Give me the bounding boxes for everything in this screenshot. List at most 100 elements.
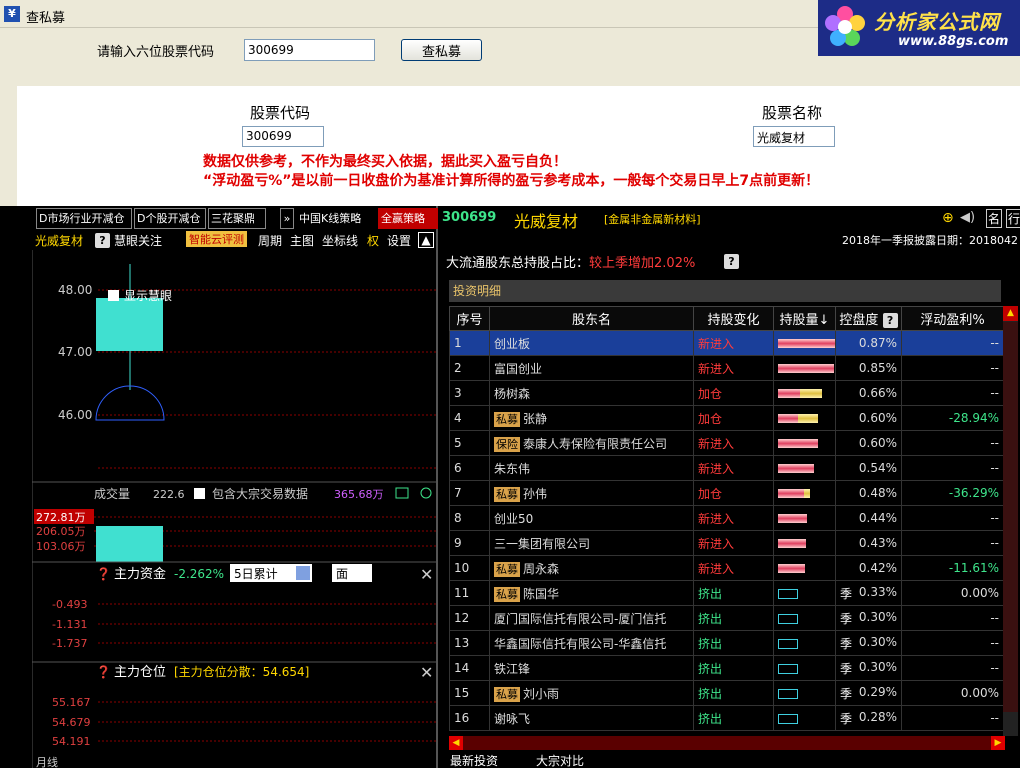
table-row[interactable]: 10 私募 周永森 新进入 0.42% -11.61% (449, 555, 1004, 581)
season-mark: 季 (840, 711, 853, 726)
table-row[interactable]: 8 创业50 新进入 0.44% -- (449, 505, 1004, 531)
tab-latest-investment[interactable]: 最新投资 (450, 754, 498, 768)
stock-code-label: 股票代码 (250, 104, 311, 122)
table-row[interactable]: 3 杨树森 加仓 0.66% -- (449, 380, 1004, 406)
control-degree: 季 0.30% (835, 630, 902, 656)
float-profit: -- (901, 505, 1004, 531)
control-degree-value: 0.30% (858, 659, 897, 674)
show-eye-checkbox[interactable] (108, 290, 119, 301)
table-row[interactable]: 5 保险 泰康人寿保险有限责任公司 新进入 0.60% -- (449, 430, 1004, 456)
holding-amount (773, 405, 836, 431)
tab-sanhua[interactable]: 三花聚鼎 (208, 208, 266, 229)
col-header-name[interactable]: 股东名 (489, 306, 694, 331)
scroll-thumb[interactable] (1003, 322, 1018, 712)
main-chart-button[interactable]: 主图 (290, 232, 314, 249)
query-button[interactable]: 查私募 (401, 39, 482, 61)
control-degree-value: 0.60% (858, 411, 897, 425)
name-icon[interactable]: 名 (986, 209, 1003, 228)
industry-icon[interactable]: 行 (1006, 209, 1020, 228)
holding-amount (773, 555, 836, 581)
holder-name: 厦门国际信托有限公司-厦门信托 (494, 611, 667, 626)
stock-name-field[interactable]: 光威复材 (753, 126, 835, 147)
stock-code-field[interactable]: 300699 (242, 126, 324, 147)
scroll-up-icon[interactable]: ▲ (1003, 306, 1018, 321)
watch-button[interactable]: 慧眼关注 (114, 232, 162, 249)
tab-kline[interactable]: 中国K线策略 (296, 208, 376, 229)
horizontal-scrollbar[interactable]: ◀ ▶ (449, 736, 1005, 750)
rights-button[interactable]: 权 (367, 232, 379, 249)
holder-name: 朱东伟 (494, 461, 531, 476)
row-number: 9 (449, 530, 490, 556)
more-tabs-icon[interactable]: » (280, 208, 294, 229)
include-block-checkbox[interactable] (194, 488, 205, 499)
help-icon[interactable]: ❓ (96, 665, 111, 679)
close-icon[interactable]: ✕ (420, 663, 433, 682)
control-degree: 季 0.33% (835, 580, 902, 606)
table-row[interactable]: 12 厦门国际信托有限公司-厦门信托 挤出 季 0.30% -- (449, 605, 1004, 631)
scroll-left-icon[interactable]: ◀ (449, 736, 463, 750)
col-header-control[interactable]: 控盘度 ? (835, 306, 902, 331)
row-number: 7 (449, 480, 490, 506)
arrow-up-icon[interactable]: ▲ (418, 232, 434, 248)
settings-button[interactable]: 设置 (387, 232, 411, 249)
period-button[interactable]: 周期 (258, 232, 282, 249)
table-row[interactable]: 15 私募 刘小雨 挤出季 0.29% 0.00% (449, 680, 1004, 706)
price-tick: 46.00 (58, 408, 92, 422)
control-degree-value: 0.30% (858, 609, 897, 624)
header-stock-code: 300699 (442, 210, 497, 225)
help-icon[interactable]: ? (882, 313, 898, 328)
help-icon[interactable]: ? (724, 254, 739, 269)
table-row[interactable]: 7 私募 孙伟 加仓 0.48% -36.29% (449, 480, 1004, 506)
float-profit: -- (901, 605, 1004, 631)
holding-change: 新进入 (693, 505, 774, 531)
table-row[interactable]: 1 创业板 新进入 0.87% -- (449, 330, 1004, 356)
candle-body (96, 298, 163, 351)
zoom-icon[interactable] (420, 487, 432, 499)
holder-name: 创业板 (494, 336, 531, 351)
window-icon[interactable] (395, 487, 409, 499)
col-header-float[interactable]: 浮动盈利% (901, 306, 1004, 331)
table-row[interactable]: 14 铁江锋 挤出 季 0.30% -- (449, 655, 1004, 681)
tab-stock-position[interactable]: D个股开减仓 (134, 208, 206, 229)
col-header-no[interactable]: 序号 (449, 306, 490, 331)
row-number: 15 (449, 680, 490, 706)
help-icon[interactable]: ? (95, 233, 110, 248)
table-row[interactable]: 4 私募 张静 加仓 0.60% -28.94% (449, 405, 1004, 431)
table-row[interactable]: 6 朱东伟 新进入 0.54% -- (449, 455, 1004, 481)
volume-label: 成交量 (94, 486, 130, 501)
col-header-change[interactable]: 持股变化 (693, 306, 774, 331)
table-row[interactable]: 11 私募 陈国华 挤出季 0.33% 0.00% (449, 580, 1004, 606)
table-row[interactable]: 2 富国创业 新进入 0.85% -- (449, 355, 1004, 381)
position-tick: 55.167 (52, 696, 91, 709)
chevron-down-icon[interactable] (296, 566, 310, 580)
col-header-holding[interactable]: 持股量↓ (773, 306, 836, 331)
tab-block-compare[interactable]: 大宗对比 (536, 754, 584, 768)
float-profit: -- (901, 455, 1004, 481)
holding-amount (773, 655, 836, 681)
help-icon[interactable]: ❓ (96, 567, 111, 581)
table-row[interactable]: 9 三一集团有限公司 新进入 0.43% -- (449, 530, 1004, 556)
holding-amount (773, 480, 836, 506)
control-degree-value: 0.44% (858, 511, 897, 525)
table-row[interactable]: 13 华鑫国际信托有限公司-华鑫信托 挤出 季 0.30% -- (449, 630, 1004, 656)
holding-amount (773, 530, 836, 556)
chart-panel: D市场行业开减仓 D个股开减仓 三花聚鼎 » 中国K线策略 全赢策略 光威复材 … (32, 206, 438, 768)
ai-eval-button[interactable]: 智能云评测 (186, 231, 247, 247)
sound-icon[interactable]: ◀) (960, 210, 975, 225)
tab-full-win[interactable]: 全赢策略 (378, 208, 438, 229)
add-icon[interactable]: ⊕ (942, 210, 954, 226)
tab-market-industry[interactable]: D市场行业开减仓 (36, 208, 132, 229)
table-row[interactable]: 16 谢咏飞 挤出 季 0.28% -- (449, 705, 1004, 731)
scroll-right-icon[interactable]: ▶ (991, 736, 1005, 750)
stock-code-input[interactable] (244, 39, 375, 61)
holding-change: 加仓 (693, 380, 774, 406)
window-title: 查私募 (26, 11, 66, 26)
control-degree-value: 0.85% (858, 361, 897, 375)
close-icon[interactable]: ✕ (420, 565, 433, 584)
holding-amount (773, 380, 836, 406)
stock-name-label: 股票名称 (762, 104, 823, 122)
holder-name: 铁江锋 (494, 661, 531, 676)
vertical-scrollbar[interactable]: ▲ (1003, 306, 1018, 736)
coord-line-button[interactable]: 坐标线 (322, 232, 358, 249)
row-number: 1 (449, 330, 490, 356)
